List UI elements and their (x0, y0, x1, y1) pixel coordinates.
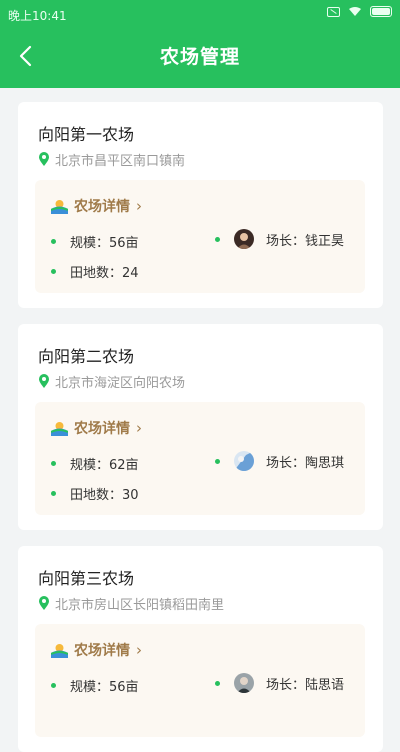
farm-logo-icon (51, 643, 68, 658)
location-pin-icon (38, 152, 50, 167)
wifi-icon (348, 6, 362, 17)
farm-detail-link[interactable]: 农场详情 › (51, 196, 142, 216)
farm-manager-text: 场长：陆思语 (266, 677, 345, 693)
farm-detail-link[interactable]: 农场详情 › (51, 640, 142, 660)
farm-manager: 场长：钱正昊 (215, 229, 344, 249)
farm-scale-text: 规模：56亩 (70, 680, 139, 695)
farm-address-text: 北京市海淀区向阳农场 (55, 376, 186, 391)
farm-card[interactable]: 向阳第三农场 北京市房山区长阳镇稻田南里 农场详情 › 规模：56亩 场长：陆思… (18, 546, 383, 752)
bullet-dot (51, 239, 56, 244)
page-title: 农场管理 (159, 46, 240, 68)
farm-fields-text: 田地数：24 (70, 266, 139, 281)
status-time: 晚上10:41 (8, 9, 67, 23)
manager-avatar (234, 673, 254, 693)
farm-detail-box: 农场详情 › 规模：56亩 场长：陆思语 (35, 624, 365, 737)
farm-address: 北京市海淀区向阳农场 (38, 372, 185, 391)
farm-address: 北京市房山区长阳镇稻田南里 (38, 594, 224, 613)
farm-manager-text: 场长：钱正昊 (266, 233, 345, 249)
status-icons (327, 6, 392, 17)
farm-detail-label: 农场详情 (74, 421, 130, 437)
manager-avatar (234, 451, 254, 471)
farm-fields: 田地数：30 (51, 484, 139, 503)
bullet-dot (215, 680, 220, 686)
farm-fields-text: 田地数：30 (70, 488, 139, 503)
farm-logo-icon (51, 199, 68, 214)
bullet-dot (51, 491, 56, 496)
farm-logo-icon (51, 421, 68, 436)
farm-name: 向阳第一农场 (38, 125, 135, 144)
farm-detail-label: 农场详情 (74, 643, 130, 659)
bullet-dot (51, 269, 56, 274)
farm-detail-box: 农场详情 › 规模：62亩 场长：陶思琪 田地数：30 (35, 402, 365, 515)
farm-card[interactable]: 向阳第一农场 北京市昌平区南口镇南 农场详情 › 规模：56亩 场长：钱正昊 田… (18, 102, 383, 308)
farm-fields: 田地数：24 (51, 262, 139, 281)
farm-manager-text: 场长：陶思琪 (266, 455, 345, 471)
farm-name: 向阳第二农场 (38, 347, 135, 366)
farm-scale: 规模：56亩 (51, 232, 139, 251)
farm-address-text: 北京市昌平区南口镇南 (55, 154, 186, 169)
farm-detail-link[interactable]: 农场详情 › (51, 418, 142, 438)
farm-detail-label: 农场详情 (74, 199, 130, 215)
farm-scale-text: 规模：56亩 (70, 236, 139, 251)
chevron-right-icon: › (136, 641, 142, 659)
status-bar: 晚上10:41 (0, 0, 400, 28)
nav-bar: 农场管理 (0, 28, 400, 86)
bullet-dot (215, 458, 220, 464)
farm-name: 向阳第三农场 (38, 569, 135, 588)
farm-scale: 规模：56亩 (51, 676, 139, 695)
battery-icon (370, 6, 392, 17)
sim-icon (327, 6, 340, 17)
chevron-right-icon: › (136, 197, 142, 215)
farm-detail-box: 农场详情 › 规模：56亩 场长：钱正昊 田地数：24 (35, 180, 365, 293)
location-pin-icon (38, 374, 50, 389)
chevron-right-icon: › (136, 419, 142, 437)
farm-scale: 规模：62亩 (51, 454, 139, 473)
farm-address-text: 北京市房山区长阳镇稻田南里 (55, 598, 225, 613)
farm-manager: 场长：陶思琪 (215, 451, 344, 471)
location-pin-icon (38, 596, 50, 611)
bullet-dot (215, 236, 220, 242)
farm-manager: 场长：陆思语 (215, 673, 344, 693)
bullet-dot (51, 461, 56, 466)
manager-avatar (234, 229, 254, 249)
farm-card[interactable]: 向阳第二农场 北京市海淀区向阳农场 农场详情 › 规模：62亩 场长：陶思琪 田… (18, 324, 383, 530)
bullet-dot (51, 683, 56, 688)
farm-address: 北京市昌平区南口镇南 (38, 150, 185, 169)
farm-scale-text: 规模：62亩 (70, 458, 139, 473)
top-bar: 晚上10:41 农场管理 (0, 0, 400, 88)
